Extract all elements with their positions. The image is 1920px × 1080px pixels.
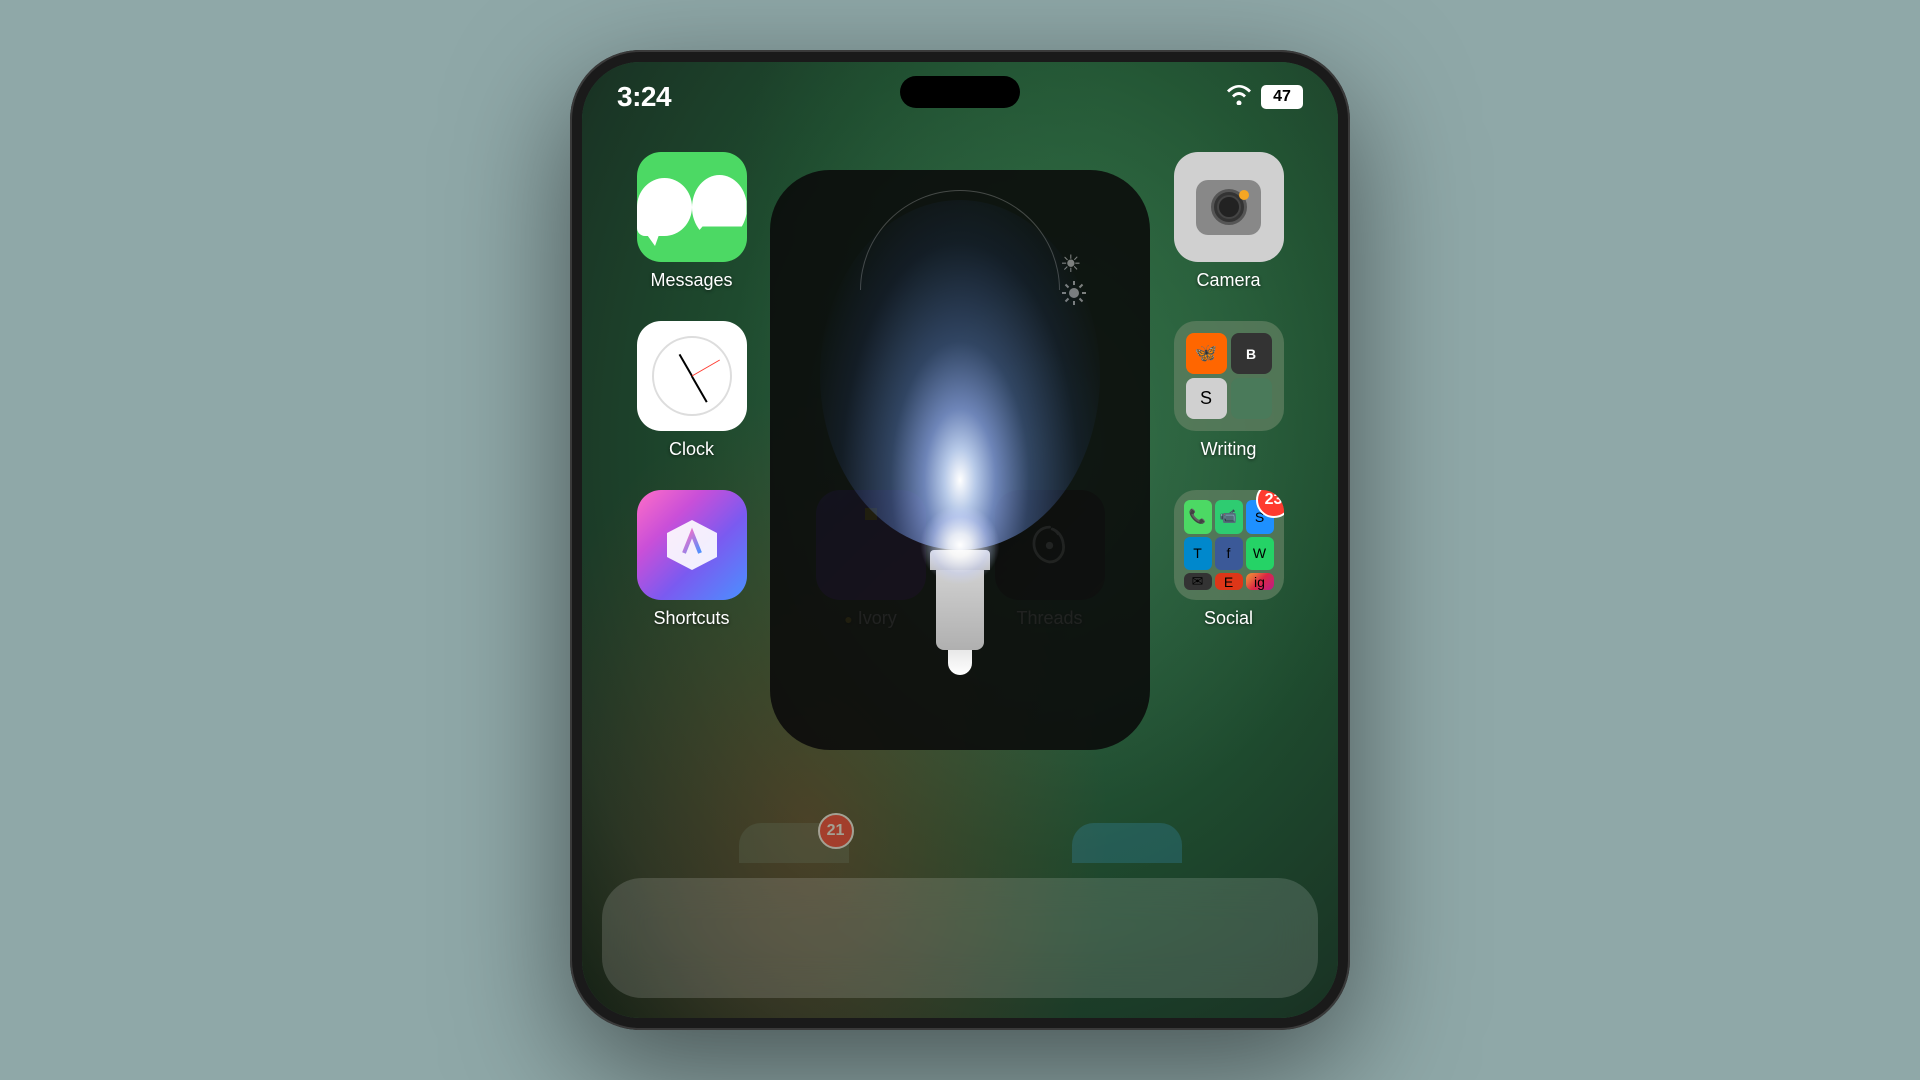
bottom-app-2-icon: [1072, 823, 1182, 863]
ivory-icon: [816, 490, 926, 600]
shortcuts-label: Shortcuts: [653, 608, 729, 629]
empty-slot-1: [791, 152, 950, 291]
clock-second-hand: [691, 360, 719, 377]
social-app-4: T: [1184, 537, 1212, 571]
wifi-icon: [1225, 83, 1253, 111]
status-icons: 47: [1225, 83, 1303, 111]
folder-app-1: 🦋: [1186, 333, 1227, 374]
empty-slot-4: [970, 321, 1129, 460]
dock: [602, 878, 1318, 998]
camera-dot-shape: [1239, 190, 1249, 200]
app-messages[interactable]: Messages: [612, 152, 771, 291]
dynamic-island: [900, 76, 1020, 108]
bottom-app-1[interactable]: 21: [739, 823, 849, 863]
social-app-9: ig: [1246, 573, 1274, 590]
messages-label: Messages: [650, 270, 732, 291]
app-clock[interactable]: Clock: [612, 321, 771, 460]
app-threads[interactable]: Threads: [970, 490, 1129, 629]
clock-hour-hand: [678, 354, 692, 377]
phone-shell: 3:24 47 Messages: [570, 50, 1350, 1030]
camera-body-shape: [1196, 180, 1261, 235]
app-camera[interactable]: Camera: [1149, 152, 1308, 291]
battery-indicator: 47: [1261, 85, 1303, 109]
social-app-8: E: [1215, 573, 1243, 590]
social-app-6: W: [1246, 537, 1274, 571]
ivory-dot: [865, 508, 877, 520]
bottom-app-1-icon: 21: [739, 823, 849, 863]
clock-icon: [637, 321, 747, 431]
social-folder-icon: 23 📞 📹 S T f W ✉ E ig: [1174, 490, 1284, 600]
empty-slot-3: [791, 321, 950, 460]
messages-icon: [637, 152, 747, 262]
app-ivory[interactable]: ● Ivory: [791, 490, 950, 629]
bottom-row: 21: [582, 823, 1338, 863]
camera-label: Camera: [1196, 270, 1260, 291]
social-app-1: 📞: [1184, 500, 1212, 534]
writing-folder-icon: 🦋 B S: [1174, 321, 1284, 431]
app-writing[interactable]: 🦋 B S Writing: [1149, 321, 1308, 460]
app-social[interactable]: 23 📞 📹 S T f W ✉ E ig Social: [1149, 490, 1308, 629]
folder-app-4: [1231, 378, 1272, 419]
writing-label: Writing: [1201, 439, 1257, 460]
messages-bubble-shape: [637, 178, 692, 236]
status-time: 3:24: [617, 81, 671, 113]
bottom-app-2[interactable]: [1072, 823, 1182, 863]
bottom-app-1-badge: 21: [818, 813, 854, 849]
folder-app-3: S: [1186, 378, 1227, 419]
folder-app-2: B: [1231, 333, 1272, 374]
clock-label: Clock: [669, 439, 714, 460]
ivory-label: ● Ivory: [844, 608, 897, 629]
shortcuts-icon: [637, 490, 747, 600]
clock-face-shape: [652, 336, 732, 416]
threads-label: Threads: [1016, 608, 1082, 629]
threads-icon: [995, 490, 1105, 600]
app-shortcuts[interactable]: Shortcuts: [612, 490, 771, 629]
phone-screen: 3:24 47 Messages: [582, 62, 1338, 1018]
empty-slot-2: [970, 152, 1129, 291]
clock-minute-hand: [691, 376, 707, 403]
camera-icon: [1174, 152, 1284, 262]
social-app-5: f: [1215, 537, 1243, 571]
writing-folder-grid: 🦋 B S: [1174, 321, 1284, 431]
home-grid: Messages Camera: [582, 132, 1338, 878]
social-app-7: ✉: [1184, 573, 1212, 590]
social-app-2: 📹: [1215, 500, 1243, 534]
social-label: Social: [1204, 608, 1253, 629]
